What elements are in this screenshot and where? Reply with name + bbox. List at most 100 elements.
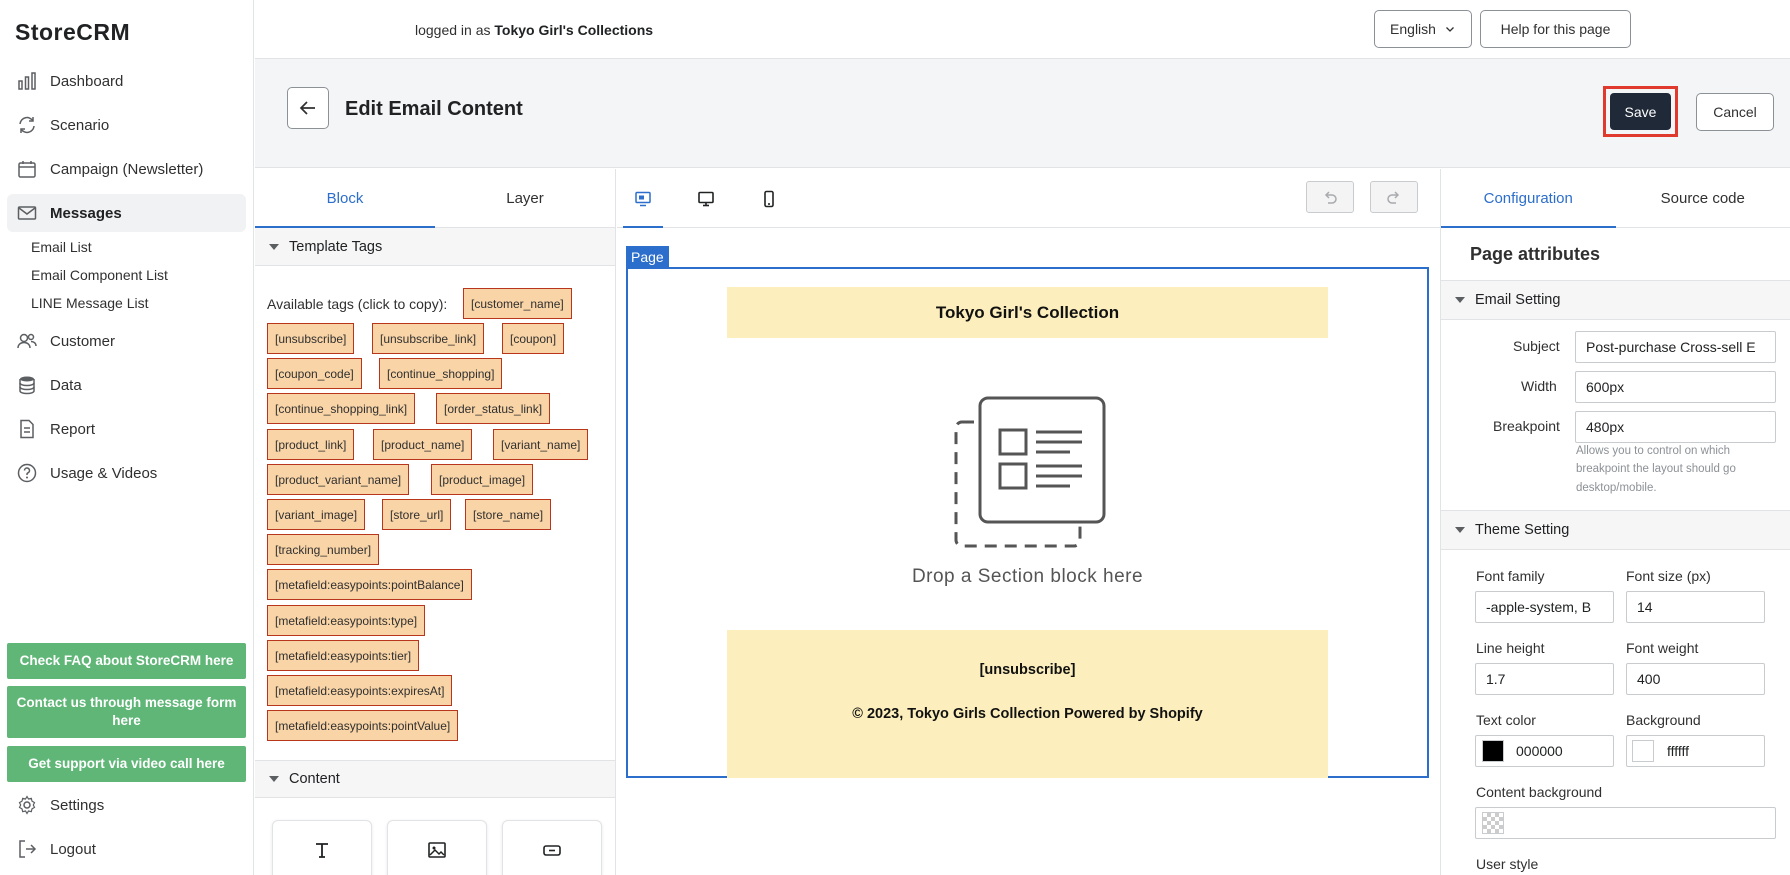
template-tag[interactable]: [metafield:easypoints:expiresAt]: [267, 675, 453, 706]
sidebar-subitem-line-message-list[interactable]: LINE Message List: [31, 295, 149, 311]
config-tabs: Configuration Source code: [1441, 169, 1790, 228]
width-input[interactable]: 600px: [1575, 371, 1776, 403]
envelope-icon: [17, 206, 37, 220]
email-setting-header[interactable]: Email Setting: [1441, 280, 1790, 320]
sidebar-item-label: Campaign (Newsletter): [50, 160, 204, 178]
sidebar-item-report[interactable]: Report: [7, 410, 246, 448]
template-tag[interactable]: [metafield:easypoints:type]: [267, 605, 426, 636]
editor-canvas: Page Tokyo Girl's Collection Drop a Sect…: [617, 169, 1440, 875]
template-tag[interactable]: [continue_shopping_link]: [267, 393, 416, 424]
sidebar-subitem-email-list[interactable]: Email List: [31, 239, 92, 255]
font-family-input[interactable]: -apple-system, B: [1475, 591, 1614, 623]
tab-block[interactable]: Block: [255, 169, 435, 228]
template-tag[interactable]: [unsubscribe_link]: [372, 323, 485, 354]
font-family-label: Font family: [1476, 568, 1545, 584]
template-tag[interactable]: [unsubscribe]: [267, 323, 355, 354]
caret-down-icon: [1455, 297, 1465, 303]
button-block-card[interactable]: [502, 820, 602, 875]
template-tag[interactable]: [tracking_number]: [267, 534, 380, 565]
email-header-text: Tokyo Girl's Collection: [935, 302, 1120, 322]
undo-button[interactable]: [1306, 181, 1354, 213]
template-tag[interactable]: [coupon_code]: [267, 358, 362, 389]
monitor-icon: [698, 191, 714, 207]
video-call-button[interactable]: Get support via video call here: [7, 746, 246, 782]
section-block-icon: [954, 396, 1106, 548]
transparent-swatch[interactable]: [1482, 812, 1504, 834]
background-color-swatch[interactable]: [1632, 740, 1654, 762]
email-footer-section[interactable]: [unsubscribe] © 2023, Tokyo Girls Collec…: [727, 630, 1328, 778]
mobile-preview-button[interactable]: [749, 183, 789, 215]
sidebar-item-label: Report: [50, 420, 96, 438]
font-size-input[interactable]: 14: [1626, 591, 1765, 623]
tab-configuration[interactable]: Configuration: [1441, 169, 1616, 228]
content-title: Content: [289, 771, 340, 787]
sidebar-item-data[interactable]: Data: [7, 366, 246, 404]
template-tag[interactable]: [metafield:easypoints:tier]: [267, 640, 420, 671]
contact-form-button[interactable]: Contact us through message form here: [7, 686, 246, 738]
tab-layer[interactable]: Layer: [435, 169, 615, 227]
text-color-swatch[interactable]: [1482, 740, 1504, 762]
canvas-toolbar: [617, 169, 1440, 228]
app-logo[interactable]: StoreCRM: [15, 19, 130, 46]
template-tag[interactable]: [store_name]: [465, 499, 552, 530]
refresh-icon: [19, 116, 35, 134]
login-prefix: logged in as: [415, 22, 491, 38]
sidebar-item-usage-videos[interactable]: Usage & Videos: [7, 454, 246, 492]
email-header-section[interactable]: Tokyo Girl's Collection: [727, 287, 1328, 338]
template-tag[interactable]: [variant_name]: [493, 429, 589, 460]
sidebar-item-campaign[interactable]: Campaign (Newsletter): [7, 150, 246, 188]
font-size-label: Font size (px): [1626, 568, 1711, 584]
template-tag[interactable]: [product_variant_name]: [267, 464, 410, 495]
desktop-preview-button[interactable]: [623, 183, 663, 228]
sidebar-item-label: Customer: [50, 332, 116, 350]
image-block-card[interactable]: [387, 820, 487, 875]
undo-icon: [1324, 191, 1337, 204]
back-button[interactable]: [287, 87, 329, 129]
save-highlight: Save: [1603, 86, 1678, 137]
save-button[interactable]: Save: [1610, 93, 1671, 130]
sidebar-item-scenario[interactable]: Scenario: [7, 106, 246, 144]
sidebar-item-dashboard[interactable]: Dashboard: [7, 62, 246, 100]
subject-input[interactable]: Post-purchase Cross-sell E: [1575, 331, 1776, 363]
breakpoint-input[interactable]: 480px: [1575, 411, 1776, 443]
template-tag[interactable]: [variant_image]: [267, 499, 366, 530]
template-tags-header[interactable]: Template Tags: [255, 228, 615, 266]
sidebar-subitem-email-component-list[interactable]: Email Component List: [31, 267, 168, 283]
template-tag[interactable]: [coupon]: [502, 323, 565, 354]
sidebar: StoreCRM Dashboard Scenario Campaign (Ne…: [0, 0, 254, 875]
theme-setting-header[interactable]: Theme Setting: [1441, 510, 1790, 550]
store-name: Tokyo Girl's Collections: [494, 22, 654, 38]
text-color-label: Text color: [1476, 712, 1536, 728]
faq-button[interactable]: Check FAQ about StoreCRM here: [7, 643, 246, 679]
monitor-edit-icon: [635, 191, 651, 207]
template-tag[interactable]: [product_name]: [373, 429, 473, 460]
footer-unsubscribe-text: [unsubscribe]: [979, 662, 1076, 678]
sidebar-item-customer[interactable]: Customer: [7, 322, 246, 360]
template-tag[interactable]: [customer_name]: [463, 288, 572, 319]
language-select[interactable]: English: [1374, 10, 1472, 48]
template-tag[interactable]: [store_url]: [382, 499, 452, 530]
email-page[interactable]: Tokyo Girl's Collection Drop a Section b…: [626, 267, 1429, 778]
content-background-input[interactable]: [1475, 807, 1776, 839]
question-circle-icon: [17, 463, 37, 483]
sidebar-item-logout[interactable]: Logout: [7, 830, 246, 868]
font-weight-input[interactable]: 400: [1626, 663, 1765, 695]
template-tag[interactable]: [product_link]: [267, 429, 355, 460]
text-block-card[interactable]: [272, 820, 372, 875]
template-tag[interactable]: [product_image]: [431, 464, 534, 495]
redo-button[interactable]: [1370, 181, 1418, 213]
monitor-preview-button[interactable]: [686, 183, 726, 215]
template-tag[interactable]: [order_status_link]: [436, 393, 551, 424]
template-tag[interactable]: [continue_shopping]: [379, 358, 503, 389]
subject-label: Subject: [1513, 338, 1560, 354]
line-height-input[interactable]: 1.7: [1475, 663, 1614, 695]
tab-source-code[interactable]: Source code: [1616, 169, 1790, 227]
cancel-button[interactable]: Cancel: [1696, 93, 1774, 131]
content-header[interactable]: Content: [255, 760, 615, 798]
help-page-button[interactable]: Help for this page: [1480, 10, 1631, 48]
sidebar-item-messages[interactable]: Messages: [7, 194, 246, 232]
block-layer-tabs: Block Layer: [255, 169, 615, 228]
template-tag[interactable]: [metafield:easypoints:pointBalance]: [267, 569, 472, 600]
sidebar-item-settings[interactable]: Settings: [7, 786, 246, 824]
template-tag[interactable]: [metafield:easypoints:pointValue]: [267, 710, 459, 741]
